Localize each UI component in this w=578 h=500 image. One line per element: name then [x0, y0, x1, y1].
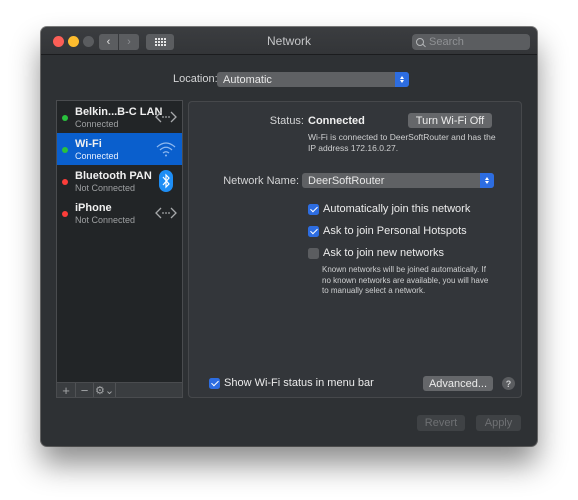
wifi-icon — [155, 139, 177, 159]
personal-hotspots-label: Ask to join Personal Hotspots — [323, 225, 467, 237]
service-list: Belkin...B-C LAN Connected Wi-Fi Connect… — [56, 100, 183, 382]
status-dot-connected — [62, 115, 68, 121]
location-value: Automatic — [223, 73, 272, 86]
network-name-popup[interactable]: DeerSoftRouter — [302, 173, 494, 188]
ask-new-networks-checkbox[interactable] — [308, 247, 319, 259]
location-label: Location: — [173, 73, 218, 85]
service-name: Wi-Fi — [75, 138, 102, 150]
network-preferences-window: ‹ › Network Location: Automatic Belkin..… — [41, 27, 537, 446]
service-status: Not Connected — [75, 183, 136, 193]
ethernet-arrows-icon — [155, 107, 177, 127]
status-value: Connected — [308, 115, 365, 127]
auto-join-checkbox-row[interactable]: Automatically join this network — [308, 203, 470, 215]
service-item-bluetooth-pan[interactable]: Bluetooth PAN Not Connected — [57, 165, 182, 197]
service-item-belkin-lan[interactable]: Belkin...B-C LAN Connected — [57, 101, 182, 133]
updown-arrows-icon — [480, 173, 494, 188]
show-wifi-status-checkbox-row[interactable]: Show Wi-Fi status in menu bar — [209, 377, 374, 389]
ask-new-networks-note: Known networks will be joined automatica… — [322, 265, 489, 295]
ask-new-networks-checkbox-row[interactable]: Ask to join new networks — [308, 247, 444, 259]
ethernet-arrows-icon — [155, 203, 177, 223]
title-bar: ‹ › Network — [41, 27, 537, 55]
status-dot-disconnected — [62, 179, 68, 185]
show-wifi-status-checkbox[interactable] — [209, 377, 220, 389]
personal-hotspots-checkbox[interactable] — [308, 225, 319, 237]
service-list-toolbar: + − ⚙︎⌄ — [56, 382, 183, 398]
status-description: Wi-Fi is connected to DeerSoftRouter and… — [308, 132, 496, 153]
service-actions-gear-button[interactable]: ⚙︎⌄ — [94, 383, 116, 397]
bluetooth-icon — [155, 170, 177, 192]
status-label: Status: — [269, 115, 304, 127]
service-item-wifi[interactable]: Wi-Fi Connected — [57, 133, 182, 165]
auto-join-checkbox[interactable] — [308, 203, 319, 215]
updown-arrows-icon — [395, 72, 409, 87]
service-status: Connected — [75, 151, 119, 161]
network-name-value: DeerSoftRouter — [308, 174, 385, 187]
service-name: Belkin...B-C LAN — [75, 106, 163, 118]
auto-join-label: Automatically join this network — [323, 203, 471, 215]
service-name: Bluetooth PAN — [75, 170, 152, 182]
service-item-iphone[interactable]: iPhone Not Connected — [57, 197, 182, 229]
personal-hotspots-checkbox-row[interactable]: Ask to join Personal Hotspots — [308, 225, 467, 237]
gear-icon: ⚙︎⌄ — [94, 384, 115, 397]
service-name: iPhone — [75, 202, 112, 214]
question-mark-icon: ? — [505, 378, 512, 389]
search-icon — [416, 37, 425, 47]
status-dot-connected — [62, 147, 68, 153]
search-input[interactable] — [429, 36, 519, 48]
status-dot-disconnected — [62, 211, 68, 217]
location-popup[interactable]: Automatic — [217, 72, 409, 87]
service-status: Connected — [75, 119, 119, 129]
network-name-label: Network Name: — [223, 175, 299, 187]
turn-wifi-off-button[interactable]: Turn Wi-Fi Off — [408, 113, 492, 128]
search-field[interactable] — [412, 34, 530, 50]
apply-button[interactable]: Apply — [476, 415, 521, 431]
revert-button[interactable]: Revert — [417, 415, 465, 431]
advanced-button[interactable]: Advanced... — [423, 376, 493, 391]
help-button[interactable]: ? — [502, 377, 515, 390]
ask-new-networks-label: Ask to join new networks — [323, 247, 445, 259]
show-wifi-status-label: Show Wi-Fi status in menu bar — [224, 377, 374, 389]
remove-service-button[interactable]: − — [76, 383, 94, 398]
add-service-button[interactable]: + — [57, 383, 76, 398]
wifi-detail-panel: Status: Connected Turn Wi-Fi Off Wi-Fi i… — [188, 101, 522, 398]
service-status: Not Connected — [75, 215, 136, 225]
